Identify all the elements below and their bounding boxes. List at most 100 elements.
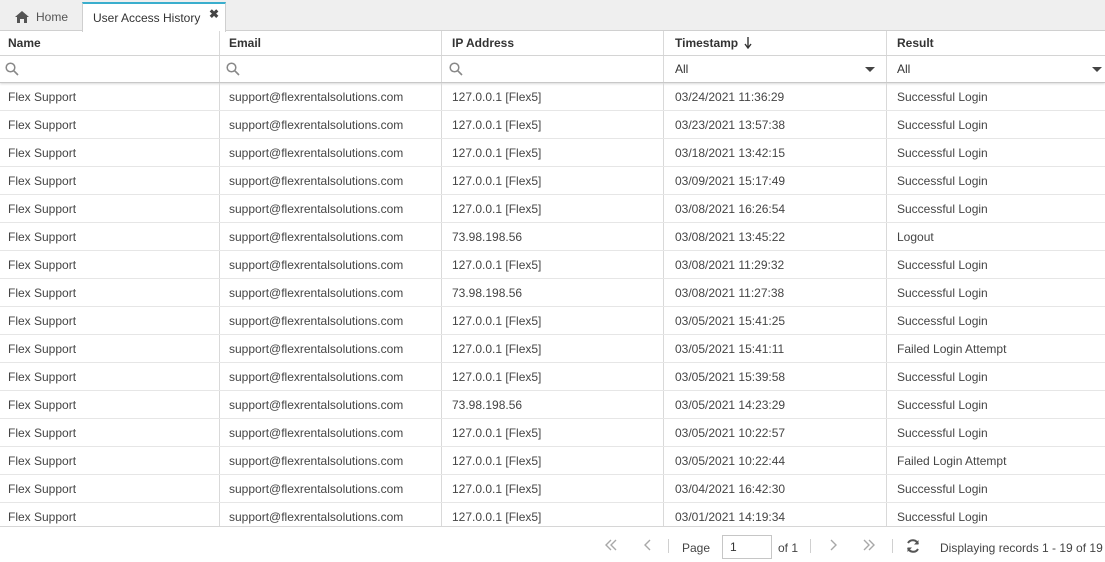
cell-email: support@flexrentalsolutions.com: [220, 391, 442, 418]
cell-ip-address: 73.98.198.56: [442, 391, 664, 418]
cell-result: Successful Login: [897, 201, 988, 216]
search-icon: [226, 62, 240, 76]
ip-filter-input[interactable]: [467, 59, 637, 79]
cell-email: support@flexrentalsolutions.com: [220, 167, 442, 194]
filter-ip-address: [442, 56, 664, 82]
cell-name: Flex Support: [0, 111, 220, 138]
pager-separator: [892, 539, 893, 553]
table-row[interactable]: Flex Support support@flexrentalsolutions.…: [0, 279, 1105, 307]
cell-ip-address: 127.0.0.1 [Flex5]: [442, 363, 664, 390]
cell-email: support@flexrentalsolutions.com: [220, 475, 442, 502]
cell-name: Flex Support: [0, 251, 220, 278]
cell-ip-address: 127.0.0.1 [Flex5]: [442, 335, 664, 362]
cell-timestamp: 03/24/2021 11:36:29: [664, 83, 887, 110]
table-row[interactable]: Flex Support support@flexrentalsolutions.…: [0, 111, 1105, 139]
page-number-input[interactable]: [722, 535, 772, 559]
tab-user-access-history[interactable]: User Access History ✖: [82, 2, 226, 32]
table-row[interactable]: Flex Support support@flexrentalsolutions.…: [0, 335, 1105, 363]
cell-timestamp: 03/08/2021 11:27:38: [664, 279, 887, 306]
table-row[interactable]: Flex Support support@flexrentalsolutions.…: [0, 83, 1105, 111]
column-header-name[interactable]: Name: [0, 31, 220, 55]
tab-user-access-history-label: User Access History: [93, 11, 201, 25]
tab-home[interactable]: Home: [0, 2, 82, 31]
table-row[interactable]: Flex Support support@flexrentalsolutions.…: [0, 167, 1105, 195]
column-header-timestamp[interactable]: Timestamp: [664, 31, 887, 55]
cell-name: Flex Support: [0, 475, 220, 502]
cell-timestamp: 03/05/2021 10:22:44: [664, 447, 887, 474]
cell-timestamp: 03/05/2021 15:39:58: [664, 363, 887, 390]
pager-separator: [810, 539, 811, 553]
result-filter-dropdown[interactable]: All: [897, 56, 1105, 82]
page-label: Page: [682, 541, 711, 555]
cell-ip-address: 127.0.0.1 [Flex5]: [442, 307, 664, 334]
page-count-label: of 1: [778, 541, 799, 555]
next-page-icon[interactable]: [825, 537, 841, 553]
tab-home-label: Home: [36, 9, 69, 24]
first-page-icon[interactable]: [603, 537, 619, 553]
table-row[interactable]: Flex Support support@flexrentalsolutions.…: [0, 307, 1105, 335]
cell-timestamp: 03/05/2021 15:41:11: [664, 335, 887, 362]
cell-name: Flex Support: [0, 223, 220, 250]
column-header-result[interactable]: Result: [887, 31, 1105, 55]
column-header-row: Name Email IP Address Timestamp Result: [0, 31, 1105, 56]
cell-result: Successful Login: [897, 285, 988, 300]
close-tab-icon[interactable]: ✖: [209, 7, 219, 21]
cell-ip-address: 127.0.0.1 [Flex5]: [442, 419, 664, 446]
cell-email: support@flexrentalsolutions.com: [220, 251, 442, 278]
cell-ip-address: 127.0.0.1 [Flex5]: [442, 251, 664, 278]
table-row[interactable]: Flex Support support@flexrentalsolutions.…: [0, 475, 1105, 503]
timestamp-filter-dropdown[interactable]: All: [675, 56, 886, 82]
chevron-down-icon[interactable]: [865, 67, 875, 72]
cell-ip-address: 127.0.0.1 [Flex5]: [442, 83, 664, 110]
filter-timestamp: All: [664, 56, 887, 82]
email-filter-input[interactable]: [244, 59, 414, 79]
cell-name: Flex Support: [0, 195, 220, 222]
table-row[interactable]: Flex Support support@flexrentalsolutions.…: [0, 139, 1105, 167]
cell-result: Successful Login: [897, 173, 988, 188]
cell-timestamp: 03/05/2021 14:23:29: [664, 391, 887, 418]
table-row[interactable]: Flex Support support@flexrentalsolutions.…: [0, 223, 1105, 251]
timestamp-filter-value: All: [675, 62, 689, 76]
cell-timestamp: 03/04/2021 16:42:30: [664, 475, 887, 502]
cell-email: support@flexrentalsolutions.com: [220, 363, 442, 390]
cell-name: Flex Support: [0, 139, 220, 166]
cell-ip-address: 127.0.0.1 [Flex5]: [442, 475, 664, 502]
table-row[interactable]: Flex Support support@flexrentalsolutions.…: [0, 363, 1105, 391]
cell-ip-address: 73.98.198.56: [442, 223, 664, 250]
cell-result: Successful Login: [897, 481, 988, 496]
cell-ip-address: 127.0.0.1 [Flex5]: [442, 139, 664, 166]
cell-timestamp: 03/08/2021 16:26:54: [664, 195, 887, 222]
refresh-icon[interactable]: [905, 538, 921, 554]
cell-email: support@flexrentalsolutions.com: [220, 419, 442, 446]
cell-timestamp: 03/05/2021 10:22:57: [664, 419, 887, 446]
table-row[interactable]: Flex Support support@flexrentalsolutions.…: [0, 419, 1105, 447]
pagination-toolbar: Page of 1 Displaying records 1 - 19 of 1…: [0, 526, 1105, 562]
table-row[interactable]: Flex Support support@flexrentalsolutions.…: [0, 251, 1105, 279]
cell-email: support@flexrentalsolutions.com: [220, 223, 442, 250]
column-header-ip-address[interactable]: IP Address: [442, 31, 664, 55]
cell-result: Successful Login: [897, 117, 988, 132]
search-icon: [449, 62, 463, 76]
filter-name: [0, 56, 220, 82]
cell-result: Successful Login: [897, 145, 988, 160]
cell-email: support@flexrentalsolutions.com: [220, 307, 442, 334]
table-row[interactable]: Flex Support support@flexrentalsolutions.…: [0, 447, 1105, 475]
cell-name: Flex Support: [0, 167, 220, 194]
cell-name: Flex Support: [0, 419, 220, 446]
column-header-email[interactable]: Email: [220, 31, 442, 55]
prev-page-icon[interactable]: [640, 537, 656, 553]
chevron-down-icon[interactable]: [1092, 67, 1102, 72]
cell-result: Logout: [897, 229, 934, 244]
last-page-icon[interactable]: [861, 537, 877, 553]
name-filter-input[interactable]: [23, 59, 193, 79]
cell-name: Flex Support: [0, 363, 220, 390]
table-row[interactable]: Flex Support support@flexrentalsolutions.…: [0, 195, 1105, 223]
cell-email: support@flexrentalsolutions.com: [220, 279, 442, 306]
cell-email: support@flexrentalsolutions.com: [220, 139, 442, 166]
cell-name: Flex Support: [0, 391, 220, 418]
cell-ip-address: 73.98.198.56: [442, 279, 664, 306]
table-row[interactable]: Flex Support support@flexrentalsolutions.…: [0, 391, 1105, 419]
cell-result: Successful Login: [897, 257, 988, 272]
cell-timestamp: 03/23/2021 13:57:38: [664, 111, 887, 138]
cell-timestamp: 03/08/2021 11:29:32: [664, 251, 887, 278]
